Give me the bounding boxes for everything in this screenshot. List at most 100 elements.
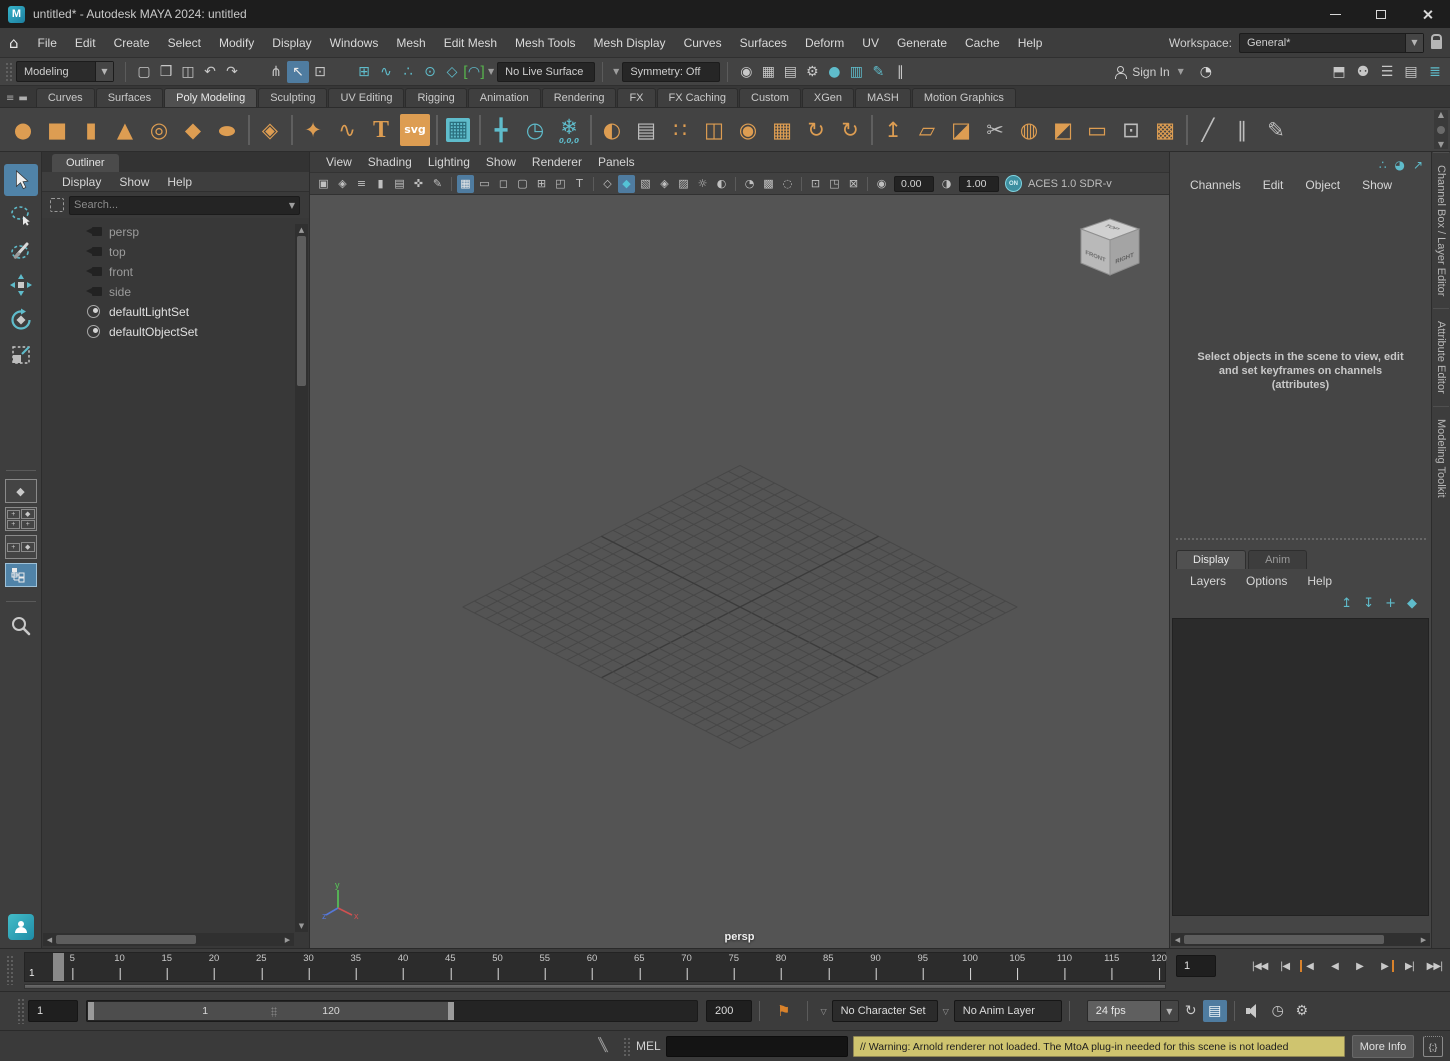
flatten-icon[interactable]: ▭ — [1080, 111, 1114, 149]
menu-item[interactable]: Edit — [66, 36, 105, 50]
menu-item[interactable]: Modify — [210, 36, 263, 50]
type-tool-icon[interactable]: T — [364, 111, 398, 149]
menu-item[interactable]: Show — [1354, 178, 1400, 192]
poly-disc-icon[interactable]: ● — [210, 118, 244, 142]
snap-grid-icon[interactable]: ⊞ — [353, 61, 375, 83]
bookmark-view-icon[interactable]: ▮ — [372, 175, 389, 193]
menu-item[interactable]: Object — [1297, 178, 1348, 192]
outliner-item-side[interactable]: side — [42, 282, 309, 302]
menu-item[interactable]: Select — [159, 36, 210, 50]
menu-item[interactable]: Mesh Tools — [506, 36, 584, 50]
attribute-editor-toggle[interactable]: ▤ — [1400, 61, 1422, 83]
safe-title-icon[interactable]: T — [571, 175, 588, 193]
assist-icon[interactable]: ◔ — [1200, 64, 1212, 80]
remesh-grid-icon[interactable]: ▦ — [765, 111, 799, 149]
move-layer-down-icon[interactable]: ↧ — [1363, 596, 1374, 611]
minimize-button[interactable] — [1312, 0, 1358, 28]
separator[interactable] — [244, 111, 253, 149]
separator[interactable] — [475, 111, 484, 149]
poly-cylinder-icon[interactable]: ▮ — [74, 111, 108, 149]
menu-item[interactable]: Edit — [1255, 178, 1292, 192]
two-d-pan-zoom-icon[interactable]: ✜ — [410, 175, 427, 193]
shadows-icon[interactable]: ◐ — [713, 175, 730, 193]
separator[interactable] — [448, 175, 455, 193]
drag-handle[interactable] — [5, 62, 13, 81]
go-to-end-button[interactable]: ▶▶| — [1422, 954, 1447, 978]
menu-item[interactable]: Show — [111, 175, 157, 189]
menu-set-dropdown[interactable]: Modeling ▼ — [16, 61, 114, 82]
separator[interactable] — [432, 111, 441, 149]
menu-item[interactable]: Shading — [360, 155, 420, 169]
workspace-dropdown[interactable]: General* ▼ — [1239, 33, 1424, 53]
scroll-right-icon[interactable]: ▶ — [281, 936, 294, 944]
outliner-item-top[interactable]: top — [42, 242, 309, 262]
poly-torus-icon[interactable]: ◎ — [142, 111, 176, 149]
select-hierarchy-icon[interactable]: ⋔ — [265, 61, 287, 83]
crease-tool-icon[interactable]: ╱ — [1191, 111, 1225, 149]
default-material-icon[interactable]: ▨ — [675, 175, 692, 193]
separator[interactable] — [243, 61, 265, 83]
loop-playback-icon[interactable]: ↻ — [1179, 1000, 1203, 1022]
menu-item[interactable]: Surfaces — [731, 36, 796, 50]
wireframe-icon[interactable]: ◇ — [599, 175, 616, 193]
animation-end-field[interactable]: 200 — [706, 1000, 752, 1022]
layout-two-pane-button[interactable]: +◆ — [5, 535, 37, 559]
shaded-icon[interactable]: ◆ — [618, 175, 635, 193]
range-slider-track[interactable]: 1 120 — [86, 1000, 698, 1022]
menu-item[interactable]: Lighting — [420, 155, 478, 169]
layers-list-area[interactable] — [1172, 618, 1429, 916]
step-forward-frame-button[interactable]: ▶| — [1397, 954, 1422, 978]
menu-item[interactable]: File — [29, 36, 66, 50]
field-chart-icon[interactable]: ⊞ — [533, 175, 550, 193]
gamma-icon[interactable]: ◑ — [938, 175, 955, 193]
time-slider[interactable]: 1 51015202530354045505560657075808590951… — [24, 952, 1166, 982]
warning-message[interactable]: // Warning: Arnold renderer not loaded. … — [853, 1036, 1345, 1057]
snap-view-plane-icon[interactable]: ◇ — [441, 61, 463, 83]
symmetry-field[interactable]: Symmetry: Off — [622, 62, 720, 82]
menu-item[interactable]: UV — [853, 36, 888, 50]
select-component-icon[interactable]: ⊡ — [309, 61, 331, 83]
undo-icon[interactable]: ↶ — [199, 61, 221, 83]
menu-item[interactable]: Options — [1238, 574, 1295, 588]
separator[interactable] — [732, 175, 739, 193]
scroll-thumb[interactable] — [1184, 935, 1384, 944]
layers-horizontal-scrollbar[interactable]: ◀ ▶ — [1171, 933, 1430, 946]
character-controls-toggle[interactable]: ⚉ — [1352, 61, 1374, 83]
menu-item[interactable]: Windows — [321, 36, 388, 50]
panel-splitter[interactable] — [1176, 538, 1426, 540]
separator[interactable] — [287, 111, 296, 149]
move-layer-up-icon[interactable]: ↥ — [1341, 596, 1352, 611]
chevron-down-icon[interactable]: ▼ — [1405, 34, 1423, 52]
menu-item[interactable]: View — [318, 155, 360, 169]
step-back-key-button[interactable]: ◀ — [1297, 954, 1322, 978]
play-forwards-button[interactable]: ▶ — [1347, 954, 1372, 978]
grid-toggle-icon[interactable]: ▦ — [457, 175, 474, 193]
shelf-tab-poly-modeling[interactable]: Poly Modeling — [164, 88, 257, 107]
lasso-tool[interactable] — [4, 199, 38, 231]
outliner-tab[interactable]: Outliner — [52, 154, 119, 172]
menu-item[interactable]: Display — [263, 36, 320, 50]
layout-outliner-persp-button[interactable] — [5, 563, 37, 587]
render-setup-icon[interactable]: ● — [823, 61, 845, 83]
separator[interactable] — [586, 111, 595, 149]
bevel-icon[interactable]: ◪ — [944, 111, 978, 149]
freeze-transformations-icon[interactable]: ❄0,0,0 — [552, 111, 586, 149]
paint-effects-icon[interactable]: ✎ — [867, 61, 889, 83]
lock-camera-icon[interactable]: ◈ — [334, 175, 351, 193]
poly-plane-icon[interactable]: ◆ — [176, 111, 210, 149]
paint-select-tool[interactable] — [4, 234, 38, 266]
separator[interactable] — [864, 175, 871, 193]
menu-item[interactable]: Mesh Display — [585, 36, 675, 50]
isolate-select-icon[interactable]: ⊡ — [807, 175, 824, 193]
maximize-button[interactable] — [1358, 0, 1404, 28]
uv-editor-icon[interactable] — [441, 111, 475, 149]
delete-history-icon[interactable]: ◷ — [518, 111, 552, 149]
combine-icon[interactable]: ▤ — [629, 111, 663, 149]
move-tool[interactable] — [4, 269, 38, 301]
channel-graph-icon[interactable]: ↗ — [1413, 158, 1423, 172]
menu-item[interactable]: Renderer — [524, 155, 590, 169]
shelf-tab-animation[interactable]: Animation — [468, 88, 541, 107]
scroll-up-icon[interactable]: ▲ — [1438, 110, 1444, 119]
shelf-options-icon[interactable]: ≡ — [6, 93, 14, 104]
connect-icon[interactable]: ◩ — [1046, 111, 1080, 149]
